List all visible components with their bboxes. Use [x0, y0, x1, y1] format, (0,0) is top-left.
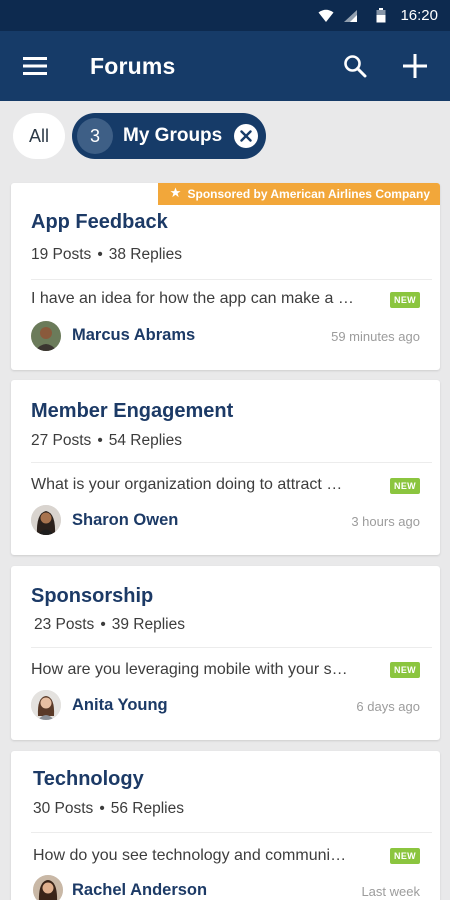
forum-card[interactable]: Technology 30 Posts • 56 Replies How do yo… — [11, 751, 440, 900]
divider — [31, 832, 432, 833]
new-badge: NEW — [390, 478, 420, 494]
post-time: 3 hours ago — [351, 514, 420, 529]
divider — [31, 462, 432, 463]
page-title: Forums — [90, 52, 176, 79]
reply-count: 39 Replies — [111, 616, 185, 633]
forum-title[interactable]: App Feedback — [31, 211, 168, 234]
status-bar: 16:20 — [0, 0, 450, 31]
forum-stats: 19 Posts • 38 Replies — [31, 246, 182, 263]
avatar[interactable] — [31, 505, 61, 535]
app-bar: Forums — [0, 31, 450, 101]
post-time: 59 minutes ago — [331, 329, 420, 344]
search-icon[interactable] — [332, 43, 378, 89]
sponsor-banner: Sponsored by American Airlines Company — [158, 183, 440, 205]
reply-count: 54 Replies — [108, 432, 182, 449]
author-name[interactable]: Marcus Abrams — [72, 326, 195, 345]
latest-post-preview[interactable]: I have an idea for how the app can make … — [31, 290, 379, 308]
menu-icon[interactable] — [12, 43, 58, 89]
divider — [31, 279, 432, 280]
sponsor-text: Sponsored by American Airlines Company — [187, 187, 430, 201]
new-badge: NEW — [390, 292, 420, 308]
groups-count-badge: 3 — [77, 118, 113, 154]
filter-bar: All 3 My Groups — [0, 101, 450, 169]
post-time: Last week — [361, 884, 420, 899]
latest-post-preview[interactable]: How do you see technology and communi… — [33, 847, 381, 865]
reply-count: 56 Replies — [110, 800, 184, 817]
forum-title[interactable]: Technology — [33, 768, 144, 791]
reply-count: 38 Replies — [108, 246, 182, 263]
latest-post-preview[interactable]: What is your organization doing to attra… — [31, 476, 379, 494]
filter-all-chip[interactable]: All — [13, 113, 65, 159]
latest-post-preview[interactable]: How are you leveraging mobile with your … — [31, 661, 379, 679]
avatar[interactable] — [33, 875, 63, 900]
forum-card[interactable]: Sponsored by American Airlines Company A… — [11, 183, 440, 370]
my-groups-chip[interactable]: 3 My Groups — [72, 113, 266, 159]
forum-card[interactable]: Sponsorship 23 Posts • 39 Replies How are … — [11, 566, 440, 740]
forum-stats: 27 Posts • 54 Replies — [31, 432, 182, 449]
forum-stats: 30 Posts • 56 Replies — [33, 800, 184, 817]
post-count: 19 Posts — [31, 246, 92, 263]
my-groups-label: My Groups — [123, 125, 223, 146]
star-icon — [170, 187, 182, 201]
battery-icon — [376, 0, 386, 31]
author-name[interactable]: Anita Young — [72, 696, 168, 715]
forum-title[interactable]: Sponsorship — [31, 585, 153, 608]
plus-icon[interactable] — [392, 43, 438, 89]
close-icon[interactable] — [234, 124, 258, 148]
author-name[interactable]: Sharon Owen — [72, 511, 178, 530]
new-badge: NEW — [390, 848, 420, 864]
new-badge: NEW — [390, 662, 420, 678]
forum-title[interactable]: Member Engagement — [31, 400, 233, 423]
post-count: 27 Posts — [31, 432, 92, 449]
divider — [31, 647, 432, 648]
author-name[interactable]: Rachel Anderson — [72, 881, 207, 900]
status-time: 16:20 — [400, 7, 438, 24]
signal-icon — [343, 0, 358, 31]
forum-card[interactable]: Member Engagement 27 Posts • 54 Replies Wh… — [11, 380, 440, 555]
avatar[interactable] — [31, 690, 61, 720]
post-count: 23 Posts — [34, 616, 95, 633]
post-time: 6 days ago — [356, 699, 420, 714]
forum-stats: 23 Posts • 39 Replies — [34, 616, 185, 633]
post-count: 30 Posts — [33, 800, 94, 817]
avatar[interactable] — [31, 321, 61, 351]
wifi-icon — [318, 0, 334, 31]
